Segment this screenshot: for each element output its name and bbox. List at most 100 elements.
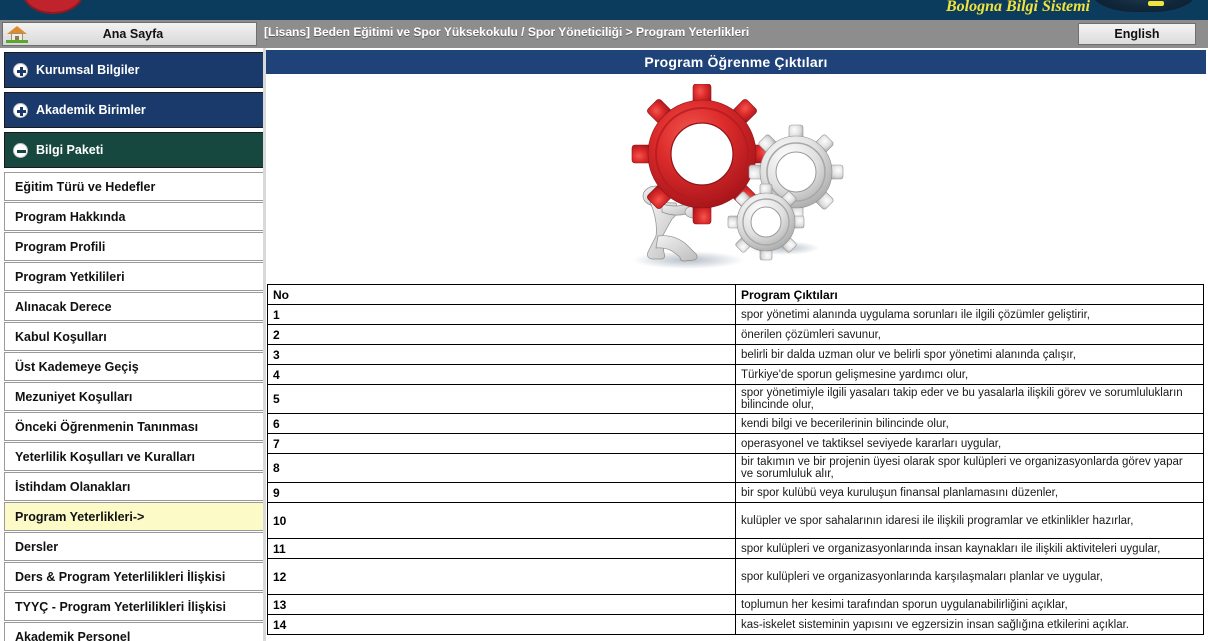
sidebar-item-dersler[interactable]: Dersler bbox=[4, 532, 264, 561]
sidebar-item-onceki-ogrenmenin-taninmasi[interactable]: Önceki Öğrenmenin Tanınması bbox=[4, 412, 264, 441]
outcome-text: kas-iskelet sisteminin yapısını ve egzer… bbox=[735, 614, 1204, 635]
outcome-number: 1 bbox=[267, 304, 736, 325]
table-row: 10 kulüpler ve spor sahalarının idaresi i… bbox=[267, 502, 1204, 539]
sidebar-section-label: Bilgi Paketi bbox=[36, 143, 104, 157]
sidebar-section-label: Akademik Birimler bbox=[36, 103, 146, 117]
table-row: 3 belirli bir dalda uzman olur ve belirli… bbox=[267, 344, 1204, 365]
outcome-number: 7 bbox=[267, 433, 736, 454]
column-header-outcomes: Program Çıktıları bbox=[735, 284, 1204, 305]
sidebar-item-label: İstihdam Olanakları bbox=[15, 479, 131, 494]
outcome-text: kendi bilgi ve becerilerinin bilincinde … bbox=[735, 413, 1204, 434]
outcome-number: 2 bbox=[267, 324, 736, 345]
sidebar-item-label: Önceki Öğrenmenin Tanınması bbox=[15, 419, 199, 434]
sidebar-item-label: Program Yetkilileri bbox=[15, 269, 125, 284]
sidebar-item-alinacak-derece[interactable]: Alınacak Derece bbox=[4, 292, 264, 321]
sidebar-item-program-hakkinda[interactable]: Program Hakkında bbox=[4, 202, 264, 231]
sidebar-item-ders-program-yeterlilikleri-iliskisi[interactable]: Ders & Program Yeterlilikleri İlişkisi bbox=[4, 562, 264, 591]
university-emblem-icon bbox=[1092, 0, 1196, 12]
outcome-number: 9 bbox=[267, 482, 736, 503]
outcome-text: spor kulüpleri ve organizasyonlarında in… bbox=[735, 538, 1204, 559]
outcome-text: Türkiye'de sporun gelişmesine yardımcı o… bbox=[735, 364, 1204, 385]
table-row: 1 spor yönetimi alanında uygulama sorunla… bbox=[267, 304, 1204, 325]
top-banner: Bologna Bilgi Sistemi bbox=[0, 0, 1208, 20]
outcome-number: 14 bbox=[267, 614, 736, 635]
sidebar-item-program-profili[interactable]: Program Profili bbox=[4, 232, 264, 261]
outcome-number: 6 bbox=[267, 413, 736, 434]
outcome-text: bir takımın ve bir projenin üyesi olarak… bbox=[735, 453, 1204, 483]
sidebar-item-kabul-kosullari[interactable]: Kabul Koşulları bbox=[4, 322, 264, 351]
sidebar-item-label: Program Profili bbox=[15, 239, 106, 254]
sidebar-item-label: Üst Kademeye Geçiş bbox=[15, 359, 139, 374]
outcome-text: spor kulüpleri ve organizasyonlarında ka… bbox=[735, 558, 1204, 595]
page-title: Program Öğrenme Çıktıları bbox=[266, 50, 1206, 74]
sidebar-item-label: Yeterlilik Koşulları ve Kuralları bbox=[15, 449, 195, 464]
table-row: 11 spor kulüpleri ve organizasyonlarında … bbox=[267, 538, 1204, 559]
banner-title: Bologna Bilgi Sistemi bbox=[945, 0, 1090, 15]
sidebar-section-akademik-birimler[interactable]: Akademik Birimler bbox=[4, 92, 264, 128]
outcome-text: kulüpler ve spor sahalarının idaresi ile… bbox=[735, 502, 1204, 539]
sidebar-item-ust-kademeye-gecis[interactable]: Üst Kademeye Geçiş bbox=[4, 352, 264, 381]
table-row: 6 kendi bilgi ve becerilerinin bilincinde… bbox=[267, 413, 1204, 434]
sidebar-item-label: Dersler bbox=[15, 539, 59, 554]
minus-circle-icon bbox=[13, 142, 28, 158]
sidebar: Kurumsal Bilgiler Akademik Birimler Bilg… bbox=[0, 48, 266, 641]
sidebar-item-akademik-personel[interactable]: Akademik Personel bbox=[4, 622, 264, 641]
sidebar-section-bilgi-paketi[interactable]: Bilgi Paketi bbox=[4, 132, 264, 168]
outcome-text: spor yönetimi alanında uygulama sorunlar… bbox=[735, 304, 1204, 325]
table-row: 7 operasyonel ve taktiksel seviyede karar… bbox=[267, 433, 1204, 454]
outcome-number: 10 bbox=[267, 502, 736, 539]
program-outcomes-table: No Program Çıktıları 1 spor yönetimi alan… bbox=[267, 284, 1204, 635]
sidebar-item-egitim-turu-ve-hedefler[interactable]: Eğitim Türü ve Hedefler bbox=[4, 172, 264, 201]
sidebar-item-label: Program Hakkında bbox=[15, 209, 126, 224]
sidebar-item-label: Ders & Program Yeterlilikleri İlişkisi bbox=[15, 569, 226, 584]
sidebar-item-label: Akademik Personel bbox=[15, 629, 131, 641]
main-content: Program Öğrenme Çıktıları No Program Çık… bbox=[266, 48, 1208, 641]
sidebar-item-program-yetkilileri[interactable]: Program Yetkilileri bbox=[4, 262, 264, 291]
plus-circle-icon bbox=[13, 102, 28, 118]
outcome-text: spor yönetimiyle ilgili yasaları takip e… bbox=[735, 384, 1204, 414]
table-row: 14 kas-iskelet sisteminin yapısını ve egz… bbox=[267, 614, 1204, 635]
outcome-number: 12 bbox=[267, 558, 736, 595]
table-header-row: No Program Çıktıları bbox=[267, 284, 1204, 305]
sidebar-item-tyyc-program-yeterlilikleri-iliskisi[interactable]: TYYÇ - Program Yeterlilikleri İlişkisi bbox=[4, 592, 264, 621]
outcome-number: 13 bbox=[267, 594, 736, 615]
language-toggle-button[interactable]: English bbox=[1078, 23, 1196, 45]
sidebar-item-label: Eğitim Türü ve Hedefler bbox=[15, 179, 156, 194]
table-row: 9 bir spor kulübü veya kuruluşun finansal… bbox=[267, 482, 1204, 503]
sidebar-item-mezuniyet-kosullari[interactable]: Mezuniyet Koşulları bbox=[4, 382, 264, 411]
home-icon bbox=[6, 25, 28, 43]
sidebar-item-label: TYYÇ - Program Yeterlilikleri İlişkisi bbox=[15, 599, 226, 614]
outcome-number: 5 bbox=[267, 384, 736, 414]
table-row: 12 spor kulüpleri ve organizasyonlarında … bbox=[267, 558, 1204, 595]
sidebar-item-yeterlilik-kosullari-ve-kurallari[interactable]: Yeterlilik Koşulları ve Kuralları bbox=[4, 442, 264, 471]
sidebar-item-label: Mezuniyet Koşulları bbox=[15, 389, 133, 404]
outcome-text: toplumun her kesimi tarafından sporun uy… bbox=[735, 594, 1204, 615]
sidebar-item-label: Kabul Koşulları bbox=[15, 329, 107, 344]
sidebar-item-istihdam-olanaklari[interactable]: İstihdam Olanakları bbox=[4, 472, 264, 501]
home-button-label: Ana Sayfa bbox=[102, 27, 164, 41]
table-row: 5 spor yönetimiyle ilgili yasaları takip … bbox=[267, 384, 1204, 414]
outcome-text: bir spor kulübü veya kuruluşun finansal … bbox=[735, 482, 1204, 503]
outcome-text: belirli bir dalda uzman olur ve belirli … bbox=[735, 344, 1204, 365]
sidebar-item-label: Program Yeterlikleri-> bbox=[15, 509, 145, 524]
sidebar-item-label: Alınacak Derece bbox=[15, 299, 112, 314]
gears-with-figure-illustration bbox=[266, 74, 1206, 284]
table-row: 8 bir takımın ve bir projenin üyesi olara… bbox=[267, 453, 1204, 483]
outcome-number: 8 bbox=[267, 453, 736, 483]
column-header-no: No bbox=[267, 284, 736, 305]
outcome-number: 11 bbox=[267, 538, 736, 559]
table-row: 2 önerilen çözümleri savunur, bbox=[267, 324, 1204, 345]
emblem-accent bbox=[1148, 1, 1164, 6]
home-button[interactable]: Ana Sayfa bbox=[2, 22, 257, 46]
outcome-number: 3 bbox=[267, 344, 736, 365]
outcome-number: 4 bbox=[267, 364, 736, 385]
sidebar-section-kurumsal-bilgiler[interactable]: Kurumsal Bilgiler bbox=[4, 52, 264, 88]
sidebar-item-program-yeterlikleri[interactable]: Program Yeterlikleri-> bbox=[4, 502, 264, 531]
plus-circle-icon bbox=[13, 62, 28, 78]
breadcrumb: [Lisans] Beden Eğitimi ve Spor Yüksekoku… bbox=[264, 25, 750, 39]
table-row: 13 toplumun her kesimi tarafından sporun … bbox=[267, 594, 1204, 615]
outcome-text: önerilen çözümleri savunur, bbox=[735, 324, 1204, 345]
university-seal-icon bbox=[22, 0, 84, 14]
sidebar-section-label: Kurumsal Bilgiler bbox=[36, 63, 140, 77]
outcome-text: operasyonel ve taktiksel seviyede kararl… bbox=[735, 433, 1204, 454]
